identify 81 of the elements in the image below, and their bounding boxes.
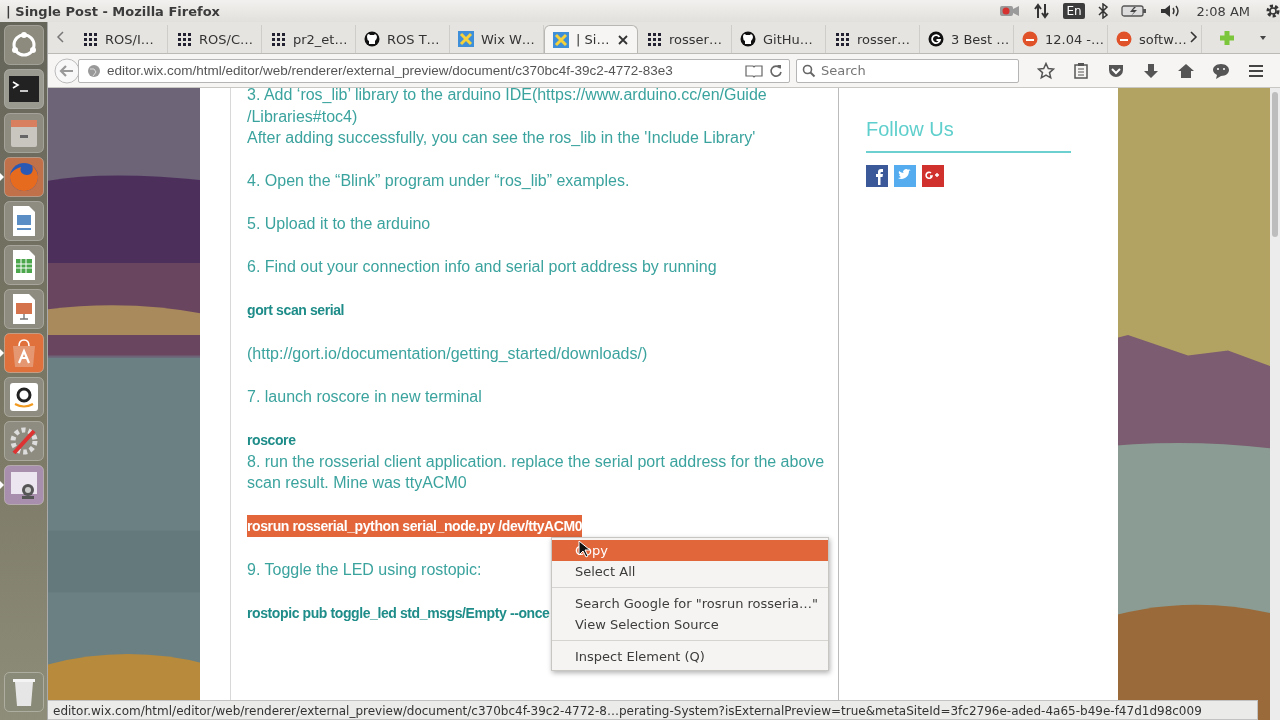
round-logo-icon: [1022, 31, 1038, 47]
status-bar: editor.wix.com/html/editor/web/renderer/external_preview/document/c370bc4f-39c2-4772-8…perating-System?isExternalPreview=true&metaSiteId=3fc2796e-aded-4a65-b49e-f47d1d98c009: [48, 700, 1258, 720]
tab[interactable]: ROS/I…: [74, 25, 168, 53]
chat-icon[interactable]: [1212, 61, 1230, 80]
circle-logo-icon[interactable]: [3, 25, 44, 65]
x-logo-icon: [553, 31, 569, 48]
tab[interactable]: ROS T…: [356, 25, 450, 53]
transfer-arrows-icon[interactable]: [1033, 3, 1052, 19]
star-icon[interactable]: [1037, 61, 1055, 80]
address-bar[interactable]: editor.wix.com/html/editor/web/renderer/external_preview/document/c370bc4f-39c2-4772-83e3: [78, 58, 790, 83]
reload-icon[interactable]: [769, 63, 783, 78]
google-plus-icon[interactable]: [922, 165, 944, 187]
tab[interactable]: rosser…: [826, 25, 920, 53]
tab[interactable]: pr2_et…: [262, 25, 356, 53]
document-icon[interactable]: [3, 201, 44, 241]
grid-icon: [834, 31, 850, 47]
reader-view-icon[interactable]: [745, 63, 763, 78]
code-text: roscore: [247, 430, 296, 450]
menu-item[interactable]: View Selection Source: [552, 614, 828, 635]
grid-icon: [646, 31, 662, 47]
post-text: 7. launch roscore in new terminal: [247, 386, 482, 407]
grid-icon: [176, 31, 192, 47]
tab[interactable]: GitHu…: [732, 25, 826, 53]
clock-text[interactable]: 2:08 AM: [1196, 3, 1250, 19]
keyboard-layout-button[interactable]: En: [1063, 3, 1085, 19]
window-title: | Single Post - Mozilla Firefox: [6, 3, 220, 19]
webcam-icon[interactable]: [3, 465, 44, 505]
smile-logo-icon[interactable]: [3, 377, 44, 417]
menu-item[interactable]: Select All: [552, 561, 828, 582]
tab[interactable]: rosser…: [638, 25, 732, 53]
presentation-icon[interactable]: [3, 289, 44, 329]
download-icon[interactable]: [1142, 61, 1160, 80]
round-logo-icon: [928, 31, 944, 47]
globe-icon: [87, 63, 101, 78]
post-text: 4. Open the “Blink” program under “ros_lib” examples.: [247, 171, 630, 191]
code-text: rostopic pub toggle_led std_msgs/Empty --once: [247, 603, 550, 623]
round-logo-icon: [1116, 31, 1132, 47]
grid-icon: [270, 31, 286, 47]
bluetooth-icon[interactable]: [1096, 3, 1109, 19]
post-text: 5. Upload it to the arduino: [247, 214, 431, 234]
tab[interactable]: Wix W…: [450, 25, 544, 53]
menu-item[interactable]: Inspect Element (Q): [552, 646, 828, 667]
battery-icon[interactable]: [1120, 4, 1147, 18]
post-text: (http://gort.io/documentation/getting_started/downloads/): [247, 343, 648, 364]
post-text: 9. Toggle the LED using rostopic:: [247, 559, 482, 580]
post-text: scan result. Mine was ttyACM0: [247, 473, 467, 493]
tab[interactable]: 12.04 -…: [1014, 25, 1108, 53]
post-text: After adding successfully, you can see the ros_lib in the 'Include Library': [247, 128, 756, 148]
close-icon[interactable]: [617, 33, 629, 46]
spreadsheet-icon[interactable]: [3, 245, 44, 285]
post-text: /Libraries#toc4): [247, 106, 358, 127]
tab[interactable]: 3 Best …: [920, 25, 1014, 53]
camera-icon[interactable]: [999, 3, 1022, 19]
browser-icon[interactable]: [3, 157, 44, 197]
url-text[interactable]: editor.wix.com/html/editor/web/renderer/external_preview/document/c370bc4f-39c2-4772-83e3: [107, 63, 739, 78]
post-text: 6. Find out your connection info and serial port address by running: [247, 257, 717, 277]
home-icon[interactable]: [1177, 61, 1195, 80]
code-text: rosrun rosserial_python serial_node.py /dev/ttyACM0: [247, 515, 583, 537]
clipboard-icon[interactable]: [1072, 61, 1090, 80]
trash-icon[interactable]: [3, 672, 44, 712]
round-logo-icon: [740, 31, 756, 47]
x-logo-icon: [458, 31, 474, 47]
post-text: 3. Add ‘ros_lib’ library to the arduino IDE(https://www.arduino.cc/en/Guide: [247, 88, 767, 105]
round-logo-icon: [364, 31, 380, 47]
file-cabinet-icon[interactable]: [3, 113, 44, 153]
volume-icon[interactable]: [1158, 3, 1181, 19]
code-text: gort scan serial: [247, 301, 345, 320]
tab[interactable]: ROS/C…: [168, 25, 262, 53]
facebook-icon[interactable]: [866, 165, 888, 187]
tab[interactable]: | Si…: [544, 25, 638, 53]
post-text: 8. run the rosserial client application. replace the serial port address for the above: [247, 451, 825, 472]
tab[interactable]: softw…: [1108, 25, 1202, 53]
back-button[interactable]: [54, 57, 80, 84]
terminal-icon[interactable]: [3, 69, 44, 109]
search-field[interactable]: Search: [796, 58, 1019, 83]
grid-icon: [82, 31, 98, 47]
search-icon: [802, 63, 816, 78]
sidebar-heading: Follow Us: [866, 118, 1071, 153]
shopping-bag-icon[interactable]: [3, 333, 44, 373]
scrollbar[interactable]: [1270, 88, 1280, 720]
menu-item[interactable]: Search Google for "rosrun rosseria…": [552, 593, 828, 614]
